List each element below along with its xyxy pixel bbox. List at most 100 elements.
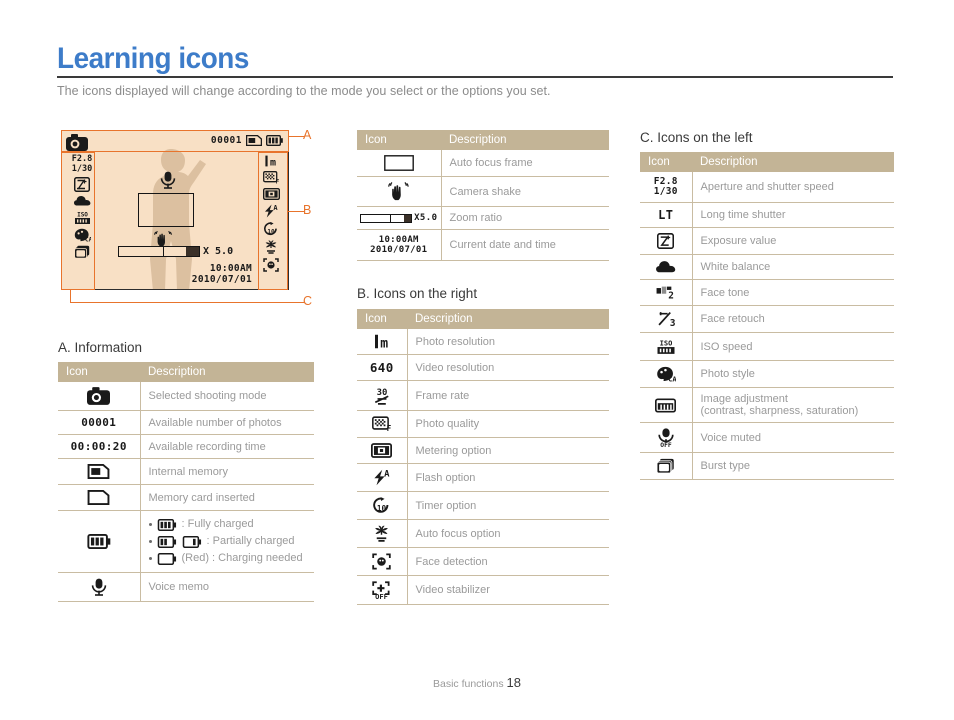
page-subtitle: The icons displayed will change accordin… — [57, 84, 551, 98]
table-a-information: Icon Description P Selected shooting mod… — [58, 362, 314, 602]
voice-memo-icon — [58, 572, 141, 602]
svg-text:CA: CA — [85, 237, 91, 243]
table-row: White balance — [640, 254, 894, 280]
zoom-bar: X 5.0 — [118, 246, 233, 257]
table-header-row: Icon Description — [58, 362, 314, 382]
recording-time-icon: 00:00:20 — [58, 434, 141, 459]
table-row: LT Long time shutter — [640, 202, 894, 228]
lcd-top-bar: P 00001 — [62, 131, 288, 153]
face-detection-icon — [357, 547, 408, 576]
photo-style-icon: CA — [640, 360, 693, 388]
battery-empty-icon — [157, 552, 176, 565]
table-row: 10:00AM 2010/07/01 Current date and time — [357, 229, 609, 261]
svg-text:ISO: ISO — [659, 338, 672, 347]
burst-type-icon — [640, 452, 693, 480]
shot-count-icon: 00001 — [58, 410, 141, 435]
svg-text:F: F — [386, 424, 391, 432]
row-description: Burst type — [692, 452, 894, 480]
row-description: Available number of photos — [140, 410, 314, 435]
image-adjustment-icon — [640, 387, 693, 423]
table-row: : Fully charged: Partially charged (Red… — [58, 510, 314, 573]
table-row: Internal memory — [58, 458, 314, 485]
column-header-icon: Icon — [357, 130, 441, 150]
svg-text:P: P — [81, 143, 85, 151]
svg-text:A: A — [384, 469, 390, 479]
column-header-description: Description — [140, 362, 314, 382]
svg-text:A: A — [273, 204, 278, 212]
battery-full-icon — [266, 135, 283, 146]
table-row: Voice memo — [58, 572, 314, 602]
column-header-description: Description — [692, 152, 894, 172]
table-row: 2 Face tone — [640, 279, 894, 306]
burst-type-icon — [74, 245, 90, 259]
battery-half-icon — [157, 535, 176, 548]
row-description: Auto focus option — [407, 519, 609, 548]
long-time-shutter-icon: LT — [640, 202, 693, 228]
callout-marker-a: A — [303, 128, 312, 142]
battery-state-label: (Red) : Charging needed — [181, 552, 303, 564]
table-c-left-icons: Icon Description F2.8 1/30 Aperture and … — [640, 152, 894, 480]
row-description: Aperture and shutter speed — [692, 172, 894, 203]
photo-quality-icon: F — [357, 410, 408, 438]
column-header-icon: Icon — [357, 309, 407, 329]
flash-option-icon: A — [357, 463, 408, 492]
memory-card-icon — [58, 484, 141, 511]
table-header-row: Icon Description — [357, 309, 609, 329]
white-balance-icon — [640, 254, 693, 280]
title-divider — [57, 76, 893, 78]
row-description: Memory card inserted — [140, 484, 314, 511]
section-heading-c: C. Icons on the left — [640, 130, 753, 145]
table-row: 640 Video resolution — [357, 354, 609, 381]
row-description: Exposure value — [692, 227, 894, 255]
auto-focus-frame-icon — [357, 150, 442, 177]
table-row: Memory card inserted — [58, 484, 314, 511]
table-row: Exposure value — [640, 227, 894, 255]
row-description: Photo quality — [407, 410, 609, 438]
lcd-right-icon-column: m F A 10 — [258, 155, 284, 272]
table-row: P Selected shooting mode — [58, 382, 314, 411]
callout-marker-c: C — [303, 294, 313, 308]
footer-section-label: Basic functions — [432, 678, 504, 690]
row-description: Internal memory — [140, 458, 314, 485]
camera-shake-icon — [357, 176, 442, 207]
row-description: White balance — [692, 254, 894, 280]
exposure-value-icon — [74, 177, 90, 192]
battery-state-partial: : Partially charged — [148, 533, 307, 550]
photo-style-icon: CA — [74, 228, 91, 242]
lcd-datetime: 10:00AM 2010/07/01 — [191, 263, 252, 285]
svg-text:m: m — [380, 337, 388, 350]
white-balance-icon — [73, 196, 90, 206]
table-row: CA Photo style — [640, 360, 894, 388]
metering-option-icon — [357, 437, 408, 464]
table-row: 30 Frame rate — [357, 380, 609, 411]
row-description: Voice muted — [692, 422, 894, 453]
zoom-ratio-icon-label: X5.0 — [414, 213, 438, 223]
svg-text:10: 10 — [377, 504, 387, 513]
svg-text:F: F — [275, 178, 279, 184]
table-row: Auto focus option — [357, 519, 609, 548]
battery-state-full: : Fully charged — [148, 516, 307, 533]
svg-text:CA: CA — [668, 375, 676, 382]
timer-option-icon: 10 — [264, 222, 277, 236]
face-tone-icon: 2 — [640, 279, 693, 306]
table-general-icons: Icon Description Auto focus frame Camera… — [357, 130, 609, 261]
flash-option-icon: A — [265, 204, 278, 218]
table-row: F2.8 1/30 Aperture and shutter speed — [640, 172, 894, 203]
section-heading-a: A. Information — [58, 340, 143, 355]
page-title: Learning icons — [57, 42, 249, 75]
battery-state-label: : Partially charged — [206, 535, 295, 547]
row-description: Video resolution — [407, 354, 609, 381]
row-description: Face retouch — [692, 305, 894, 333]
camera-shake-icon — [154, 231, 172, 247]
battery-low-icon — [182, 535, 201, 548]
page-footer: Basic functions 18 — [0, 675, 954, 690]
table-header-row: Icon Description — [640, 152, 894, 172]
page-number: 18 — [506, 675, 521, 690]
table-row: Face detection — [357, 547, 609, 576]
row-description: Flash option — [407, 463, 609, 492]
iso-speed-icon: ISO — [640, 332, 693, 361]
exposure-value-icon — [640, 227, 693, 255]
row-description: Photo style — [692, 360, 894, 388]
table-row: X5.0 Zoom ratio — [357, 206, 609, 230]
voice-memo-icon — [160, 171, 176, 189]
